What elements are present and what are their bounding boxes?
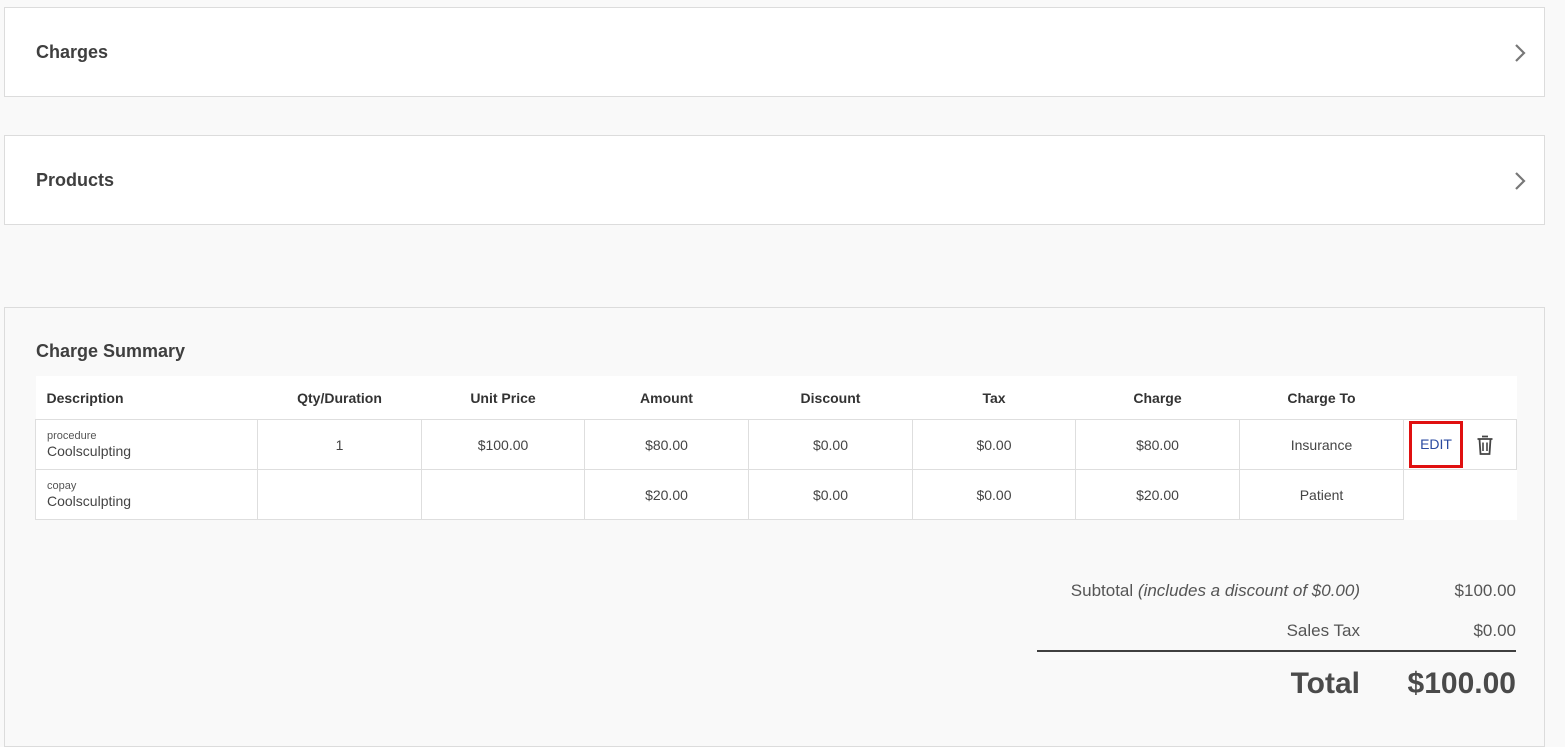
- unit-price-cell: [421, 469, 585, 520]
- charges-panel[interactable]: Charges: [4, 7, 1545, 97]
- charge-to-cell: Patient: [1239, 469, 1404, 520]
- subtotal-value: $100.00: [1454, 581, 1516, 600]
- tax-cell: $0.00: [912, 419, 1076, 470]
- products-panel[interactable]: Products: [4, 135, 1545, 225]
- products-panel-title: Products: [36, 170, 115, 190]
- charge-cell: $20.00: [1075, 469, 1240, 520]
- trash-icon[interactable]: [1475, 434, 1495, 456]
- table-header-row: Description Qty/Duration Unit Price Amou…: [35, 376, 1517, 420]
- charge-summary-section: Charge Summary Description Qty/Duration …: [4, 307, 1545, 747]
- column-header-tax: Tax: [912, 376, 1076, 420]
- charge-kind: procedure: [47, 429, 97, 442]
- discount-cell: $0.00: [748, 469, 913, 520]
- charge-summary-title: Charge Summary: [36, 341, 186, 361]
- amount-cell: $20.00: [584, 469, 749, 520]
- sales-tax-label: Sales Tax: [1286, 621, 1360, 640]
- charge-summary-table: Description Qty/Duration Unit Price Amou…: [35, 376, 1517, 520]
- charges-panel-title: Charges: [36, 42, 109, 62]
- subtotal-label-group: Subtotal (includes a discount of $0.00): [965, 581, 1360, 601]
- edit-button[interactable]: EDIT: [1409, 421, 1464, 468]
- table-row: copay Coolsculpting $20.00 $0.00 $0.00 $…: [35, 469, 1517, 520]
- column-header-actions: [1403, 376, 1517, 420]
- total-label: Total: [1290, 667, 1360, 700]
- description-cell: procedure Coolsculpting: [35, 419, 258, 470]
- total-value: $100.00: [1407, 667, 1516, 700]
- sales-tax-value: $0.00: [1473, 621, 1516, 640]
- actions-cell: EDIT: [1403, 419, 1517, 470]
- column-header-description: Description: [35, 376, 258, 420]
- qty-cell: [257, 469, 422, 520]
- column-header-unit-price: Unit Price: [421, 376, 585, 420]
- tax-cell: $0.00: [912, 469, 1076, 520]
- description-cell: copay Coolsculpting: [35, 469, 258, 520]
- subtotal-label: Subtotal: [1070, 581, 1134, 600]
- table-row: procedure Coolsculpting 1 $100.00 $80.00…: [35, 419, 1517, 470]
- unit-price-cell: $100.00: [421, 419, 585, 470]
- column-header-discount: Discount: [748, 376, 913, 420]
- amount-cell: $80.00: [584, 419, 749, 470]
- chevron-right-icon[interactable]: [1510, 42, 1530, 64]
- charge-to-cell: Insurance: [1239, 419, 1404, 470]
- charge-name: Coolsculpting: [47, 442, 132, 459]
- column-header-amount: Amount: [584, 376, 749, 420]
- charge-name: Coolsculpting: [47, 492, 132, 509]
- charge-kind: copay: [47, 479, 77, 492]
- chevron-right-icon[interactable]: [1510, 170, 1530, 192]
- column-header-charge: Charge: [1075, 376, 1240, 420]
- charge-cell: $80.00: [1075, 419, 1240, 470]
- column-header-charge-to: Charge To: [1239, 376, 1404, 420]
- qty-cell: 1: [257, 419, 422, 470]
- subtotal-discount-note: (includes a discount of $0.00): [1137, 581, 1360, 600]
- totals-divider: [1037, 650, 1516, 652]
- column-header-qty: Qty/Duration: [257, 376, 422, 420]
- discount-cell: $0.00: [748, 419, 913, 470]
- actions-cell: [1403, 469, 1517, 520]
